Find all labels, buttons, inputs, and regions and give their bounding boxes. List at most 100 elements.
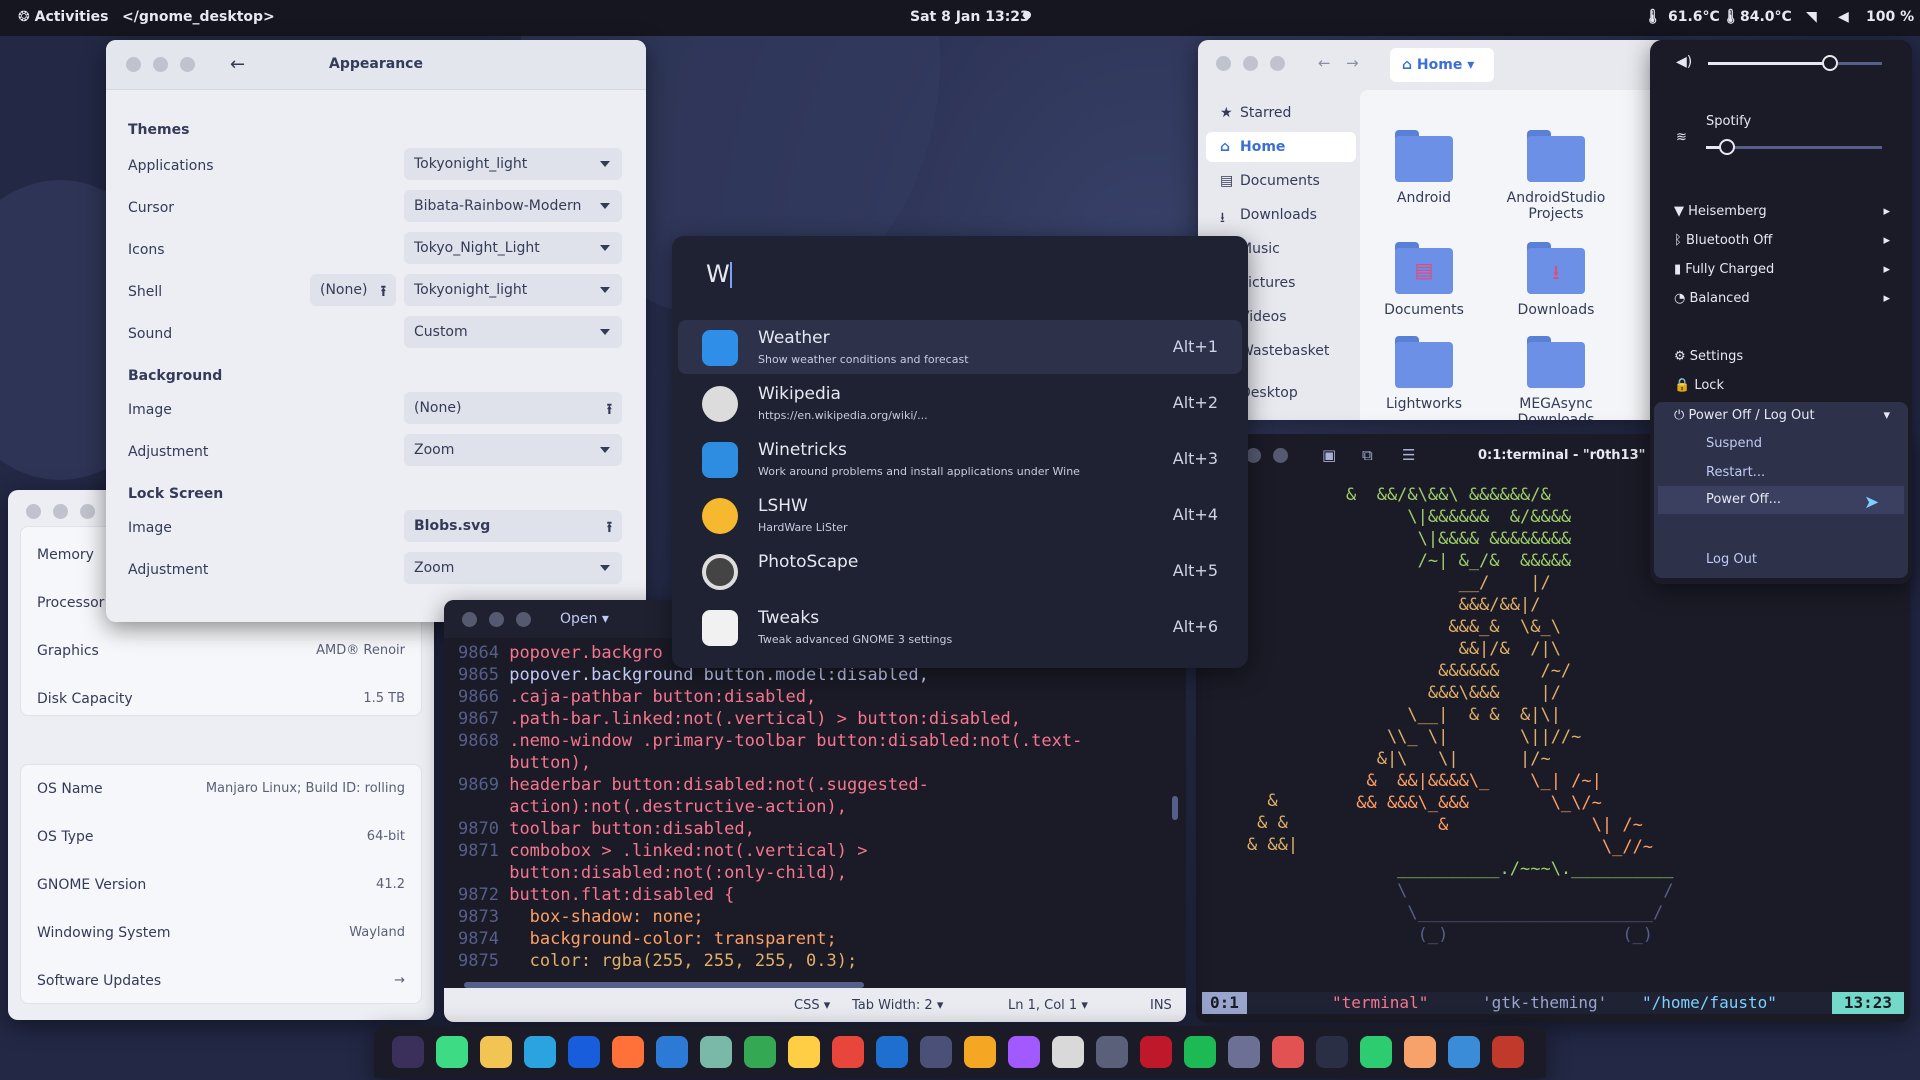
location-button[interactable]: ⌂ Home ▾ (1390, 48, 1494, 82)
inkscape-icon[interactable] (1052, 1036, 1084, 1068)
result-wikipedia[interactable]: Wikipedia https://en.wikipedia.org/wiki/.… (678, 376, 1242, 430)
minimize-button[interactable] (1243, 56, 1258, 71)
maximize-button[interactable] (80, 504, 95, 519)
sidebar-item-starred[interactable]: ★ Starred (1206, 98, 1356, 128)
trash-icon[interactable] (1492, 1036, 1524, 1068)
power-off-logout-row[interactable]: ⏻ Power Off / Log Out ▾ (1674, 408, 1890, 423)
folder-item[interactable]: ▤ Documents (1364, 242, 1484, 318)
folder-item[interactable]: Android (1364, 130, 1484, 206)
sound-icon[interactable] (1140, 1036, 1172, 1068)
vertical-scrollbar[interactable] (1172, 796, 1178, 820)
telegram-icon[interactable] (524, 1036, 556, 1068)
result-weather[interactable]: Weather Show weather conditions and forec… (678, 320, 1242, 374)
maximize-button[interactable] (1270, 56, 1285, 71)
screenshot-icon[interactable] (1228, 1036, 1260, 1068)
figma-icon[interactable] (1008, 1036, 1040, 1068)
media-slider[interactable] (1706, 139, 1882, 155)
clock[interactable]: Sat 8 Jan 13:23 (910, 9, 1030, 25)
result-tweaks[interactable]: Tweaks Tweak advanced GNOME 3 settings Alt… (678, 600, 1242, 654)
app-menu[interactable]: </gnome_desktop> (122, 9, 275, 25)
bitwarden-icon[interactable] (568, 1036, 600, 1068)
minimize-button[interactable] (489, 612, 504, 627)
bluetooth-icon: ᛒ (1674, 233, 1682, 248)
split-icon[interactable]: ▣ (1322, 446, 1336, 464)
sound-combo[interactable]: Custom (404, 316, 622, 348)
sidebar-item-documents[interactable]: ▤ Documents (1206, 166, 1356, 196)
minimize-button[interactable] (1273, 448, 1288, 463)
power-mode-row[interactable]: ◔ Balanced ▸ (1674, 291, 1890, 306)
virtualbox-icon[interactable] (876, 1036, 908, 1068)
result-photoscape[interactable]: PhotoScape Alt+5 (678, 544, 1242, 598)
language-selector[interactable]: CSS ▾ (794, 998, 830, 1013)
volume-icon[interactable]: ◀ (1838, 9, 1849, 25)
settings-row[interactable]: ⚙ Settings (1674, 349, 1890, 364)
lock-row[interactable]: 🔒 Lock (1674, 378, 1890, 393)
shell-file-button[interactable]: (None) ⭱ (310, 274, 396, 306)
volume-knob[interactable] (1821, 55, 1838, 71)
battery-row[interactable]: ▮ Fully Charged ▸ (1674, 262, 1890, 277)
vscode-icon[interactable] (656, 1036, 688, 1068)
folder-item[interactable]: ⭳ Downloads (1496, 242, 1616, 318)
firefox-icon[interactable] (612, 1036, 644, 1068)
suspend-item[interactable]: Suspend (1706, 436, 1912, 451)
sidebar-item-downloads[interactable]: ⭳ Downloads (1206, 200, 1356, 230)
battery-level[interactable]: 100 % (1866, 9, 1914, 25)
result-lshw[interactable]: LSHW HardWare LiSter Alt+4 (678, 488, 1242, 542)
cursor-combo[interactable]: Bibata-Rainbow-Modern (404, 190, 622, 222)
background-adjustment-combo[interactable]: Zoom (404, 434, 622, 466)
icons-combo[interactable]: Tokyo_Night_Light (404, 232, 622, 264)
new-tab-icon[interactable]: ⧉ (1362, 446, 1373, 464)
photos-icon[interactable] (964, 1036, 996, 1068)
audio-icon[interactable] (1272, 1036, 1304, 1068)
wifi-icon[interactable]: ◥ (1806, 9, 1817, 25)
folder-item[interactable]: AndroidStudio Projects (1496, 130, 1616, 222)
menu-icon[interactable]: ☰ (1402, 446, 1415, 464)
gear-extension-icon[interactable] (1096, 1036, 1128, 1068)
volume-slider[interactable] (1708, 55, 1882, 71)
close-button[interactable] (1246, 448, 1261, 463)
activities-button[interactable]: ❂ Activities (18, 9, 108, 25)
folder-item[interactable]: Lightworks (1364, 336, 1484, 412)
cursor-position[interactable]: Ln 1, Col 1 ▾ (1008, 998, 1088, 1013)
search-input[interactable]: W (706, 260, 732, 288)
open-button[interactable]: Open ▾ (560, 611, 609, 627)
terminal-icon[interactable] (1316, 1036, 1348, 1068)
chrome-icon[interactable] (832, 1036, 864, 1068)
lock-adjustment-combo[interactable]: Zoom (404, 552, 622, 584)
background-image-button[interactable]: (None) ⭱ (404, 392, 622, 424)
close-button[interactable] (26, 504, 41, 519)
home-icon: ⌂ (1402, 57, 1413, 73)
background-heading: Background (128, 368, 223, 384)
tweaks-icon[interactable] (1404, 1036, 1436, 1068)
shell-combo[interactable]: Tokyonight_light (404, 274, 622, 306)
software-updates-row[interactable]: Software Updates → (37, 973, 405, 989)
sidebar-item-home[interactable]: ⌂ Home (1206, 132, 1356, 162)
close-button[interactable] (462, 612, 477, 627)
thermometer-icon: 🌡 (1722, 9, 1740, 25)
settings-icon[interactable] (1448, 1036, 1480, 1068)
files-icon[interactable] (480, 1036, 512, 1068)
result-winetricks[interactable]: Winetricks Work around problems and insta… (678, 432, 1242, 486)
bluetooth-row[interactable]: ᛒ Bluetooth Off ▸ (1674, 233, 1890, 248)
logout-item[interactable]: Log Out (1706, 552, 1912, 567)
text-editor-icon[interactable] (788, 1036, 820, 1068)
maximize-button[interactable] (516, 612, 531, 627)
wifi-row[interactable]: ▼ Heisemberg ▸ (1674, 204, 1890, 219)
lock-image-button[interactable]: Blobs.svg ⭱ (404, 510, 622, 542)
krita-icon[interactable] (700, 1036, 732, 1068)
media-knob[interactable] (1719, 139, 1736, 155)
minimize-button[interactable] (53, 504, 68, 519)
terminal-window-icon[interactable] (920, 1036, 952, 1068)
applications-combo[interactable]: Tokyonight_light (404, 148, 622, 180)
extensions-icon[interactable] (1360, 1036, 1392, 1068)
android-studio-icon[interactable] (436, 1036, 468, 1068)
spotify-icon[interactable] (1184, 1036, 1216, 1068)
forward-arrow-icon[interactable]: → (1346, 54, 1359, 72)
tab-width-selector[interactable]: Tab Width: 2 ▾ (852, 998, 943, 1013)
restart-item[interactable]: Restart... (1706, 465, 1912, 480)
close-button[interactable] (1216, 56, 1231, 71)
obs-icon[interactable] (392, 1036, 424, 1068)
back-arrow-icon[interactable]: ← (1318, 54, 1331, 72)
folder-item[interactable]: MEGAsync Downloads (1496, 336, 1616, 420)
maps-icon[interactable] (744, 1036, 776, 1068)
